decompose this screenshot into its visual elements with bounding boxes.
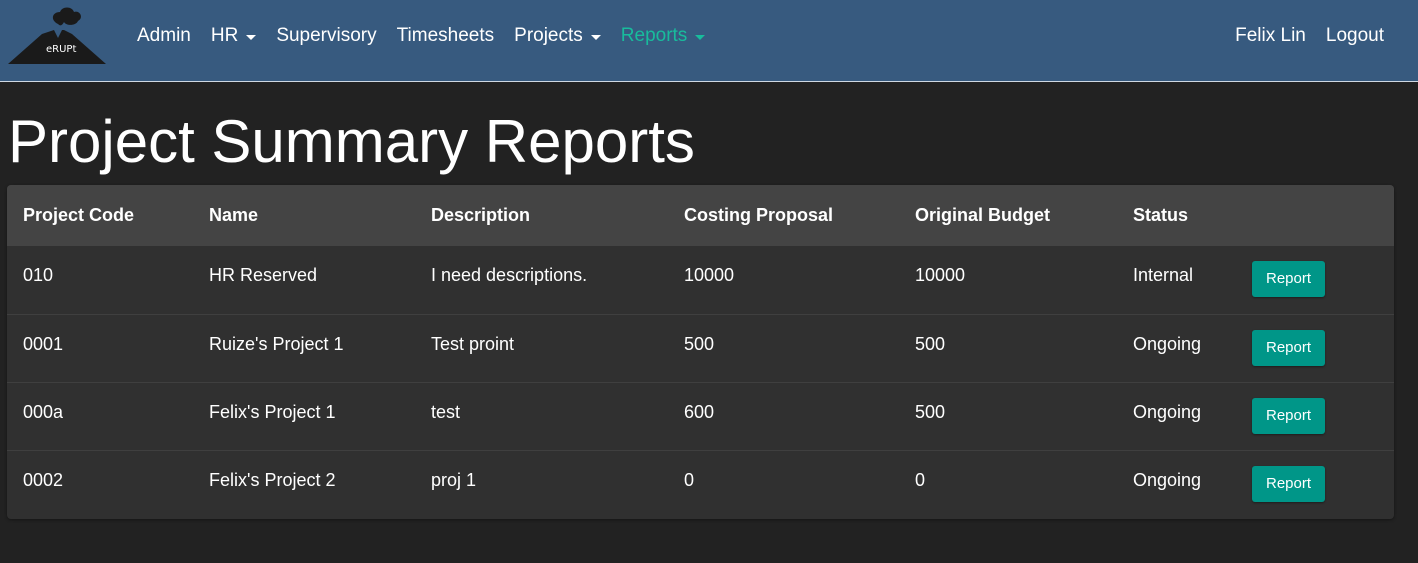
column-header-project-code: Project Code bbox=[23, 205, 135, 225]
nav-logout[interactable]: Logout bbox=[1316, 25, 1394, 47]
column-header-original-budget: Original Budget bbox=[915, 205, 1050, 225]
nav-supervisory[interactable]: Supervisory bbox=[266, 25, 386, 47]
cell-costing-proposal: 0 bbox=[684, 469, 695, 490]
nav-reports-dropdown[interactable]: Reports bbox=[611, 25, 716, 47]
cell-original-budget: 0 bbox=[915, 469, 926, 490]
cell-status: Ongoing bbox=[1133, 401, 1202, 422]
report-button[interactable]: Report bbox=[1252, 397, 1325, 434]
nav-admin[interactable]: Admin bbox=[127, 25, 201, 47]
cell-description: I need descriptions. bbox=[431, 265, 588, 285]
nav-timesheets[interactable]: Timesheets bbox=[387, 25, 505, 47]
cell-status: Internal bbox=[1133, 265, 1194, 285]
column-header-name: Name bbox=[209, 205, 259, 225]
report-button[interactable]: Report bbox=[1252, 329, 1325, 366]
cell-name: Ruize's Project 1 bbox=[209, 333, 344, 354]
column-header-costing-proposal: Costing Proposal bbox=[684, 205, 834, 225]
table-row: 0001 Ruize's Project 1 Test proint 500 5… bbox=[7, 314, 1394, 382]
chevron-down-icon bbox=[590, 34, 601, 40]
table-row: 000a Felix's Project 1 test 600 500 Ongo… bbox=[7, 382, 1394, 450]
nav-hr-dropdown[interactable]: HR bbox=[201, 25, 266, 47]
chevron-down-icon bbox=[246, 34, 257, 40]
cell-description: Test proint bbox=[431, 333, 515, 354]
cell-description: test bbox=[431, 401, 461, 422]
table-row: 010 HR Reserved I need descriptions. 100… bbox=[7, 246, 1394, 314]
erupt-logo[interactable]: eRUPt bbox=[6, 4, 108, 68]
table-header-row: Project Code Name Description Costing Pr… bbox=[7, 185, 1394, 246]
cell-action: Report bbox=[1252, 246, 1394, 314]
cell-name: Felix's Project 1 bbox=[209, 401, 336, 422]
chevron-down-icon bbox=[695, 34, 706, 40]
cell-project-code: 0001 bbox=[23, 333, 64, 354]
cell-name: Felix's Project 2 bbox=[209, 469, 336, 490]
cell-project-code: 000a bbox=[23, 401, 64, 422]
cell-action: Report bbox=[1252, 450, 1394, 518]
page-title: Project Summary Reports bbox=[8, 108, 695, 175]
cell-action: Report bbox=[1252, 314, 1394, 382]
cell-original-budget: 500 bbox=[915, 401, 946, 422]
nav-right: Felix Lin Logout bbox=[1225, 0, 1394, 72]
nav-user-name[interactable]: Felix Lin bbox=[1225, 25, 1316, 47]
column-header-description: Description bbox=[431, 205, 531, 225]
cell-costing-proposal: 600 bbox=[684, 401, 715, 422]
cell-project-code: 010 bbox=[23, 265, 54, 285]
cell-costing-proposal: 10000 bbox=[684, 265, 735, 285]
cell-status: Ongoing bbox=[1133, 469, 1202, 490]
cell-costing-proposal: 500 bbox=[684, 333, 715, 354]
column-header-status: Status bbox=[1133, 205, 1189, 225]
nav-left: Admin HR Supervisory Timesheets Projects… bbox=[127, 0, 715, 72]
cell-project-code: 0002 bbox=[23, 469, 64, 490]
logo-text: eRUPt bbox=[46, 44, 76, 55]
column-header-action bbox=[1252, 185, 1394, 246]
cell-original-budget: 500 bbox=[915, 333, 946, 354]
cell-status: Ongoing bbox=[1133, 333, 1202, 354]
report-button[interactable]: Report bbox=[1252, 465, 1325, 502]
cell-name: HR Reserved bbox=[209, 265, 318, 285]
cell-original-budget: 10000 bbox=[915, 265, 966, 285]
report-button[interactable]: Report bbox=[1252, 261, 1325, 297]
project-summary-table: Project Code Name Description Costing Pr… bbox=[7, 185, 1394, 519]
cell-description: proj 1 bbox=[431, 469, 477, 490]
top-navbar: eRUPt Admin HR Supervisory Timesheets Pr… bbox=[0, 0, 1418, 82]
cell-action: Report bbox=[1252, 382, 1394, 450]
table-row: 0002 Felix's Project 2 proj 1 0 0 Ongoin… bbox=[7, 450, 1394, 518]
nav-projects-dropdown[interactable]: Projects bbox=[504, 25, 611, 47]
